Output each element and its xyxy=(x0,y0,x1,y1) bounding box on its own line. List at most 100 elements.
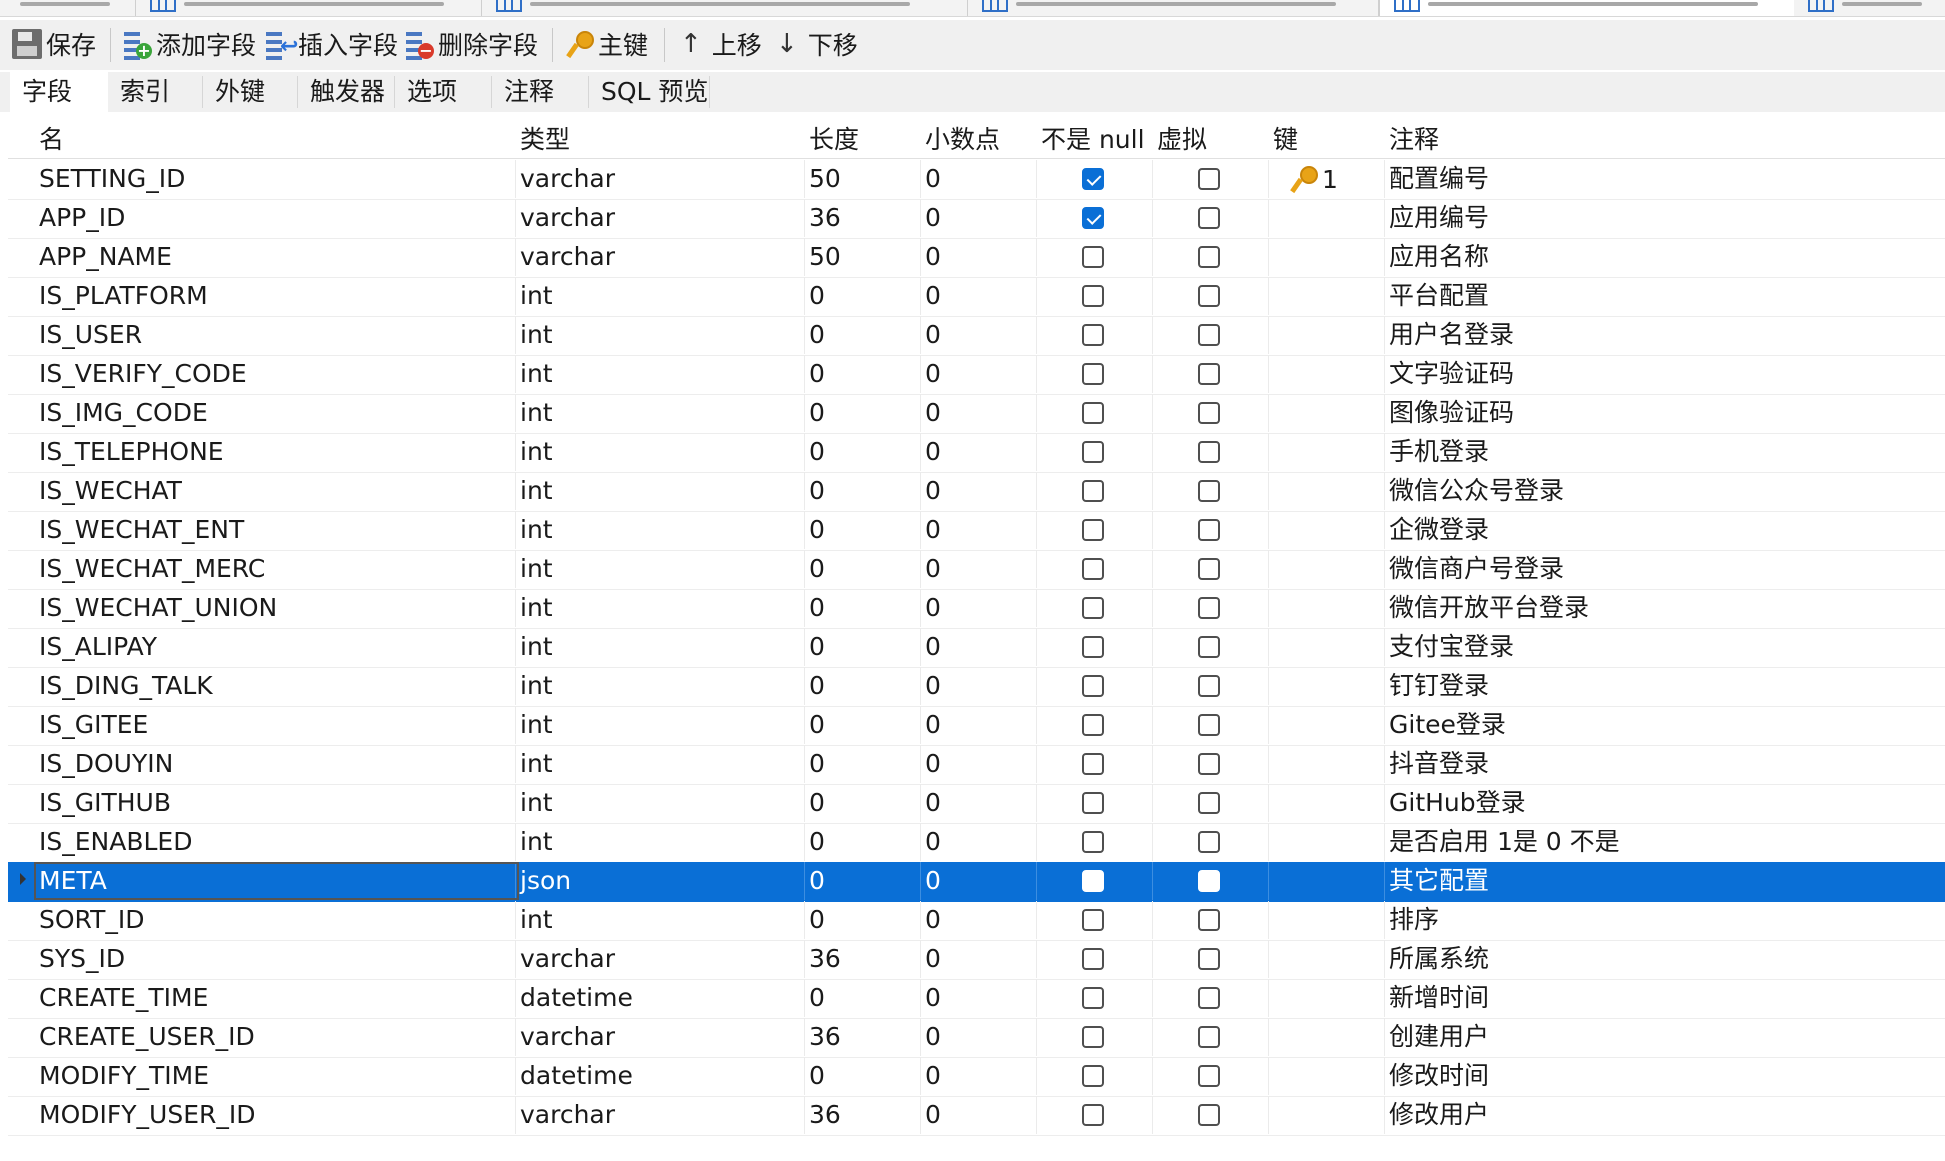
not-null-checkbox[interactable] xyxy=(1082,948,1104,970)
virtual-checkbox[interactable] xyxy=(1198,831,1220,853)
field-comment-cell[interactable]: 应用名称 xyxy=(1384,238,1944,276)
field-decimals-cell[interactable]: 0 xyxy=(920,199,1036,237)
field-name-cell[interactable]: IS_USER xyxy=(34,316,519,354)
field-comment-cell[interactable]: 用户名登录 xyxy=(1384,316,1944,354)
field-type-cell[interactable]: datetime xyxy=(515,1057,804,1095)
tab-sql-preview[interactable]: SQL 预览 xyxy=(589,72,709,112)
table-row[interactable]: MODIFY_TIME datetime 0 0 修改时间 xyxy=(8,1057,1945,1097)
field-comment-cell[interactable]: 平台配置 xyxy=(1384,277,1944,315)
table-row[interactable]: IS_USER int 0 0 用户名登录 xyxy=(8,316,1945,356)
field-comment-cell[interactable]: 修改用户 xyxy=(1384,1096,1944,1134)
field-type-cell[interactable]: int xyxy=(515,589,804,627)
column-header-type[interactable]: 类型 xyxy=(515,122,804,158)
column-header-comment[interactable]: 注释 xyxy=(1384,122,1944,158)
table-row[interactable]: CREATE_USER_ID varchar 36 0 创建用户 xyxy=(8,1018,1945,1058)
field-name-cell[interactable]: IS_VERIFY_CODE xyxy=(34,355,519,393)
document-tab[interactable] xyxy=(136,0,482,16)
field-name-cell[interactable]: IS_ENABLED xyxy=(34,823,519,861)
table-row[interactable]: IS_ALIPAY int 0 0 支付宝登录 xyxy=(8,628,1945,668)
primary-key-button[interactable]: 主键 xyxy=(564,26,648,62)
virtual-checkbox[interactable] xyxy=(1198,480,1220,502)
column-header-key[interactable]: 键 xyxy=(1268,122,1384,158)
field-decimals-cell[interactable]: 0 xyxy=(920,433,1036,471)
not-null-checkbox[interactable] xyxy=(1082,792,1104,814)
field-decimals-cell[interactable]: 0 xyxy=(920,823,1036,861)
virtual-checkbox[interactable] xyxy=(1198,1065,1220,1087)
field-comment-cell[interactable]: 新增时间 xyxy=(1384,979,1944,1017)
table-row[interactable]: IS_WECHAT_MERC int 0 0 微信商户号登录 xyxy=(8,550,1945,590)
field-decimals-cell[interactable]: 0 xyxy=(920,979,1036,1017)
field-comment-cell[interactable]: 微信商户号登录 xyxy=(1384,550,1944,588)
not-null-checkbox[interactable] xyxy=(1082,1104,1104,1126)
field-type-cell[interactable]: int xyxy=(515,901,804,939)
virtual-checkbox[interactable] xyxy=(1198,168,1220,190)
table-row[interactable]: IS_TELEPHONE int 0 0 手机登录 xyxy=(8,433,1945,473)
field-name-cell[interactable]: IS_IMG_CODE xyxy=(34,394,519,432)
field-type-cell[interactable]: varchar xyxy=(515,1096,804,1134)
field-length-cell[interactable]: 0 xyxy=(804,472,920,510)
field-name-cell[interactable]: CREATE_USER_ID xyxy=(34,1018,519,1056)
field-length-cell[interactable]: 50 xyxy=(804,238,920,276)
not-null-checkbox[interactable] xyxy=(1082,519,1104,541)
field-name-cell[interactable]: IS_GITHUB xyxy=(34,784,519,822)
virtual-checkbox[interactable] xyxy=(1198,324,1220,346)
table-row[interactable]: IS_GITHUB int 0 0 GitHub登录 xyxy=(8,784,1945,824)
virtual-checkbox[interactable] xyxy=(1198,519,1220,541)
field-length-cell[interactable]: 0 xyxy=(804,394,920,432)
field-decimals-cell[interactable]: 0 xyxy=(920,901,1036,939)
tab-triggers[interactable]: 触发器 xyxy=(298,72,394,112)
move-down-button[interactable]: ↓ 下移 xyxy=(776,26,858,62)
field-type-cell[interactable]: datetime xyxy=(515,979,804,1017)
field-length-cell[interactable]: 0 xyxy=(804,979,920,1017)
field-type-cell[interactable]: int xyxy=(515,277,804,315)
column-header-length[interactable]: 长度 xyxy=(804,122,920,158)
not-null-checkbox[interactable] xyxy=(1082,324,1104,346)
field-type-cell[interactable]: varchar xyxy=(515,199,804,237)
table-row[interactable]: META json 0 0 其它配置 xyxy=(8,862,1945,902)
not-null-checkbox[interactable] xyxy=(1082,714,1104,736)
field-length-cell[interactable]: 0 xyxy=(804,316,920,354)
virtual-checkbox[interactable] xyxy=(1198,1104,1220,1126)
field-type-cell[interactable]: int xyxy=(515,472,804,510)
not-null-checkbox[interactable] xyxy=(1082,870,1104,892)
field-name-cell[interactable]: SYS_ID xyxy=(34,940,519,978)
field-decimals-cell[interactable]: 0 xyxy=(920,511,1036,549)
tab-options[interactable]: 选项 xyxy=(395,72,491,112)
field-type-cell[interactable]: int xyxy=(515,823,804,861)
delete-field-button[interactable]: − 删除字段 xyxy=(404,26,538,62)
field-comment-cell[interactable]: 企微登录 xyxy=(1384,511,1944,549)
document-tab[interactable] xyxy=(968,0,1379,16)
column-header-virtual[interactable]: 虚拟 xyxy=(1152,122,1268,158)
field-decimals-cell[interactable]: 0 xyxy=(920,238,1036,276)
field-type-cell[interactable]: int xyxy=(515,745,804,783)
not-null-checkbox[interactable] xyxy=(1082,909,1104,931)
insert-field-button[interactable]: ↩ 插入字段 xyxy=(264,26,398,62)
field-length-cell[interactable]: 36 xyxy=(804,940,920,978)
field-length-cell[interactable]: 0 xyxy=(804,784,920,822)
field-decimals-cell[interactable]: 0 xyxy=(920,706,1036,744)
virtual-checkbox[interactable] xyxy=(1198,909,1220,931)
table-row[interactable]: MODIFY_USER_ID varchar 36 0 修改用户 xyxy=(8,1096,1945,1136)
field-decimals-cell[interactable]: 0 xyxy=(920,1096,1036,1134)
field-length-cell[interactable]: 0 xyxy=(804,1057,920,1095)
field-name-cell[interactable]: IS_DOUYIN xyxy=(34,745,519,783)
field-type-cell[interactable]: int xyxy=(515,511,804,549)
field-comment-cell[interactable]: 修改时间 xyxy=(1384,1057,1944,1095)
field-type-cell[interactable]: varchar xyxy=(515,160,804,198)
field-name-cell[interactable]: IS_WECHAT_UNION xyxy=(34,589,519,627)
field-length-cell[interactable]: 0 xyxy=(804,511,920,549)
field-name-cell[interactable]: SETTING_ID xyxy=(34,160,519,198)
table-row[interactable]: IS_ENABLED int 0 0 是否启用 1是 0 不是 xyxy=(8,823,1945,863)
field-length-cell[interactable]: 0 xyxy=(804,745,920,783)
field-decimals-cell[interactable]: 0 xyxy=(920,784,1036,822)
field-length-cell[interactable]: 0 xyxy=(804,862,920,900)
tab-fields[interactable]: 字段 xyxy=(10,72,108,112)
field-decimals-cell[interactable]: 0 xyxy=(920,1018,1036,1056)
field-name-cell[interactable]: IS_GITEE xyxy=(34,706,519,744)
document-tab[interactable] xyxy=(482,0,968,16)
field-type-cell[interactable]: int xyxy=(515,667,804,705)
tab-indexes[interactable]: 索引 xyxy=(108,72,202,112)
not-null-checkbox[interactable] xyxy=(1082,753,1104,775)
field-comment-cell[interactable]: GitHub登录 xyxy=(1384,784,1944,822)
not-null-checkbox[interactable] xyxy=(1082,1065,1104,1087)
